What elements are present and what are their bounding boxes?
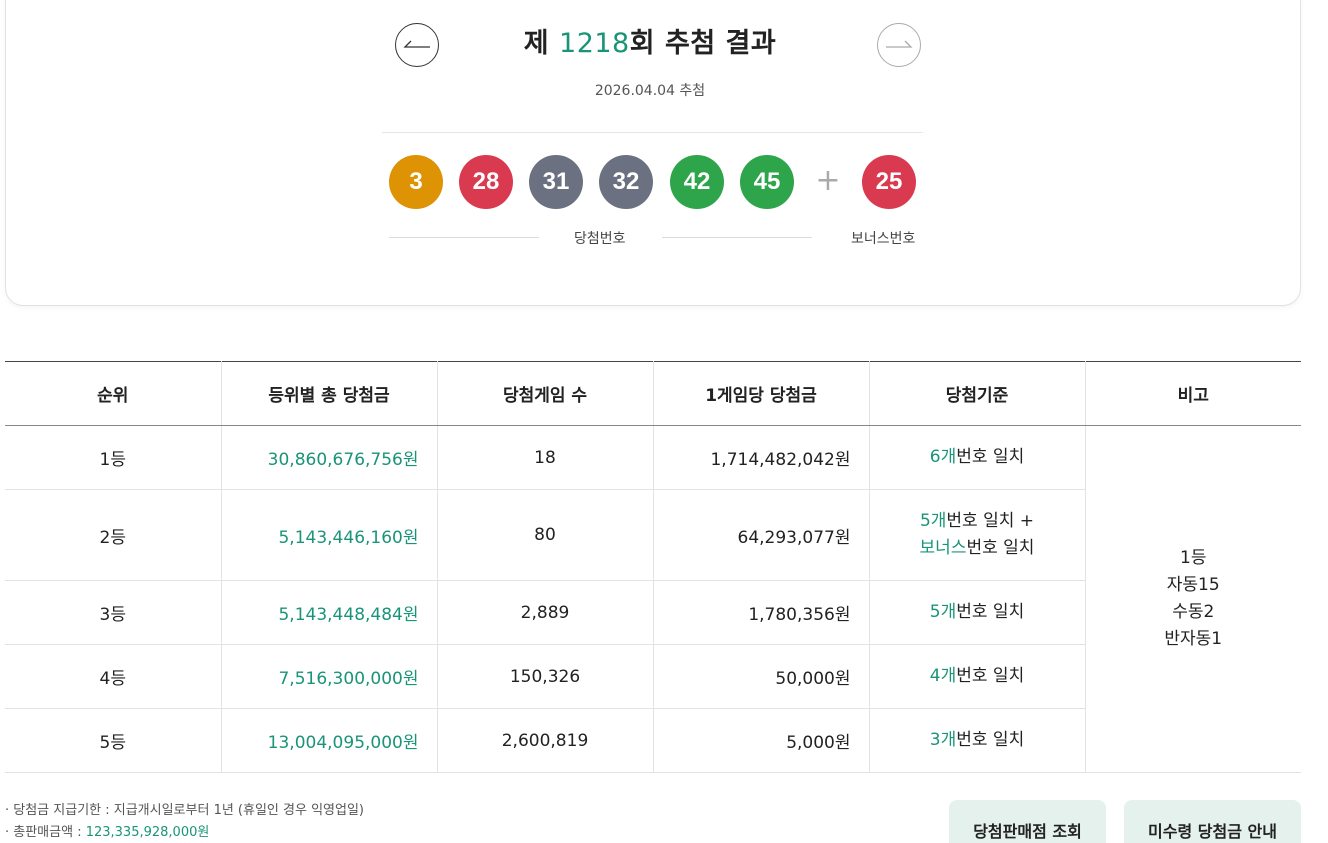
criteria-text: 번호 일치: [956, 666, 1025, 686]
bonus-number-label: 보너스번호: [851, 231, 916, 247]
rank-cell: 1등: [5, 425, 222, 490]
ball-3: 31: [529, 155, 583, 209]
total-prize-cell: 7,516,300,000원: [221, 644, 438, 709]
criteria-cell: 5개번호 일치: [869, 580, 1086, 645]
total-sales-note: · 총판매금액 : 123,335,928,000원: [5, 822, 364, 843]
criteria-count: 3개: [929, 730, 957, 750]
games-cell: 18: [437, 425, 654, 490]
round-number: 1218: [559, 28, 630, 59]
criteria-cell: 3개번호 일치: [869, 708, 1086, 773]
remark-line: 수동2: [1172, 602, 1215, 622]
criteria-text: 번호 일치: [956, 730, 1025, 750]
winning-numbers-label: 당첨번호: [574, 231, 626, 247]
total-prize-cell: 5,143,448,484원: [221, 580, 438, 645]
page-title: 제 1218회 추첨 결과: [480, 21, 820, 60]
games-cell: 80: [437, 489, 654, 581]
table-row: 1등 30,860,676,756원 18 1,714,482,042원 6개번…: [5, 425, 1301, 773]
games-cell: 2,600,819: [437, 708, 654, 773]
remark-line: 자동15: [1166, 575, 1220, 595]
draw-date: 2026.04.04 추첨: [594, 83, 706, 99]
divider: [382, 132, 923, 133]
games-cell: 2,889: [437, 580, 654, 645]
remark-line: 반자동1: [1164, 629, 1223, 649]
criteria-count: 5개: [919, 511, 947, 531]
total-prize-cell: 5,143,446,160원: [221, 489, 438, 581]
criteria-text: 번호 일치: [956, 602, 1025, 622]
ball-1: 3: [389, 155, 443, 209]
label-line-left: [389, 237, 539, 238]
criteria-cell: 5개번호 일치 + 보너스번호 일치: [869, 489, 1086, 581]
winning-numbers: 3 28 31 32 42 45 25: [0, 155, 1328, 209]
remark-cell: 1등 자동15 수동2 반자동1: [1085, 425, 1301, 773]
criteria-count: 5개: [929, 602, 957, 622]
col-remark: 비고: [1085, 361, 1301, 426]
ball-5: 42: [670, 155, 724, 209]
prev-round-button[interactable]: [395, 23, 439, 67]
rank-cell: 5등: [5, 708, 222, 773]
next-round-button[interactable]: [877, 23, 921, 67]
rank-cell: 2등: [5, 489, 222, 581]
total-sales-amount: 123,335,928,000원: [85, 825, 210, 840]
col-criteria: 당첨기준: [869, 361, 1086, 426]
ball-2: 28: [459, 155, 513, 209]
criteria-count: 4개: [929, 666, 957, 686]
col-prize-per-game: 1게임당 당첨금: [653, 361, 870, 426]
ball-4: 32: [599, 155, 653, 209]
col-winning-games: 당첨게임 수: [437, 361, 654, 426]
criteria-cell: 6개번호 일치: [869, 425, 1086, 490]
criteria-text: 번호 일치: [956, 447, 1025, 467]
notes: · 당첨금 지급기한 : 지급개시일로부터 1년 (휴일인 경우 익영업일) ·…: [5, 800, 364, 843]
criteria-bonus-text: 번호 일치: [966, 538, 1035, 558]
per-game-cell: 50,000원: [653, 644, 870, 709]
total-prize-cell: 30,860,676,756원: [221, 425, 438, 490]
col-total-prize: 등위별 총 당첨금: [221, 361, 438, 426]
per-game-cell: 1,780,356원: [653, 580, 870, 645]
plus-sign: +: [815, 163, 841, 198]
per-game-cell: 1,714,482,042원: [653, 425, 870, 490]
title-prefix: 제: [523, 28, 560, 59]
prize-table: 순위 등위별 총 당첨금 당첨게임 수 1게임당 당첨금 당첨기준 비고 1등 …: [5, 361, 1301, 773]
title-suffix: 회 추첨 결과: [629, 28, 777, 59]
criteria-count: 6개: [929, 447, 957, 467]
remark-line: 1등: [1180, 548, 1207, 568]
per-game-cell: 5,000원: [653, 708, 870, 773]
col-rank: 순위: [5, 361, 222, 426]
criteria-text: 번호 일치 +: [946, 511, 1035, 531]
rank-cell: 3등: [5, 580, 222, 645]
table-header-row: 순위 등위별 총 당첨금 당첨게임 수 1게임당 당첨금 당첨기준 비고: [5, 361, 1301, 426]
winning-store-button[interactable]: 당첨판매점 조회: [949, 800, 1106, 843]
criteria-cell: 4개번호 일치: [869, 644, 1086, 709]
rank-cell: 4등: [5, 644, 222, 709]
total-sales-label: · 총판매금액 :: [5, 825, 86, 840]
total-prize-cell: 13,004,095,000원: [221, 708, 438, 773]
ball-6: 45: [740, 155, 794, 209]
payment-deadline-note: · 당첨금 지급기한 : 지급개시일로부터 1년 (휴일인 경우 익영업일): [5, 803, 364, 818]
per-game-cell: 64,293,077원: [653, 489, 870, 581]
arrow-right-icon: [886, 40, 913, 48]
unclaimed-prize-button[interactable]: 미수령 당첨금 안내: [1124, 800, 1301, 843]
bonus-ball: 25: [862, 155, 916, 209]
criteria-bonus: 보너스: [919, 538, 967, 558]
label-line-right: [662, 237, 812, 238]
arrow-left-icon: [403, 40, 430, 48]
games-cell: 150,326: [437, 644, 654, 709]
